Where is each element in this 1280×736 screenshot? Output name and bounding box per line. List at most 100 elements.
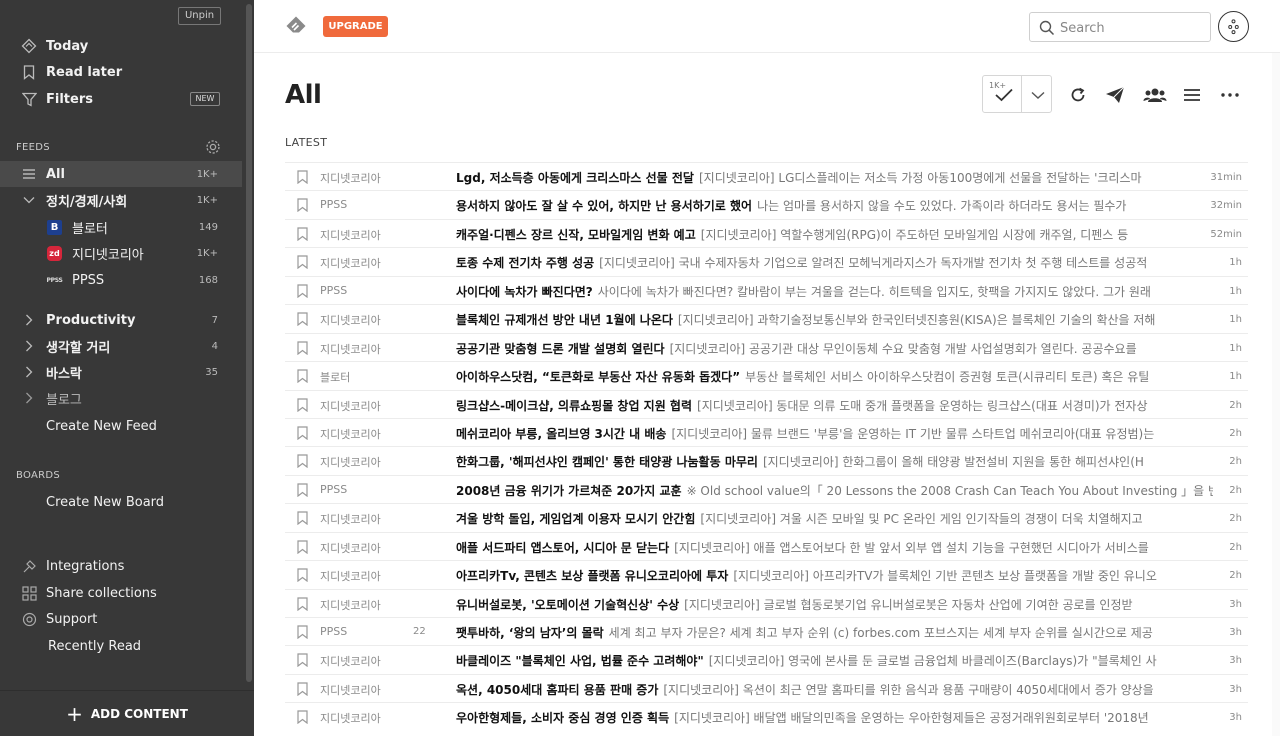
article-title[interactable]: 사이다에 녹차가 빠진다면? (456, 285, 593, 299)
article-text[interactable]: 옥션, 4050세대 홈파티 용품 판매 증가 [지디넷코리아] 옥션이 최근 연… (456, 681, 1213, 698)
article-title[interactable]: 아프리카Tv, 콘텐츠 보상 플랫폼 유니오코리아에 투자 (456, 569, 728, 583)
bookmark-icon[interactable] (297, 682, 308, 696)
article-row[interactable]: 지디넷코리아 블록체인 규제개선 방안 내년 1월에 나온다 [지디넷코리아] 과… (285, 304, 1248, 332)
article-title[interactable]: 캐주얼·디펜스 장르 신작, 모바일게임 변화 예고 (456, 228, 696, 242)
article-text[interactable]: 바클레이즈 "블록체인 사업, 법률 준수 고려해야" [지디넷코리아] 영국에 … (456, 652, 1213, 669)
chevron-right-icon[interactable] (20, 363, 38, 381)
bookmark-icon[interactable] (297, 198, 308, 213)
bookmark-icon[interactable] (297, 596, 308, 611)
search-input[interactable] (1060, 19, 1200, 37)
article-title[interactable]: 한화그룹, '해피선샤인 캠페인' 통한 태양광 나눔활동 마무리 (456, 455, 758, 469)
upgrade-button[interactable]: UPGRADE (323, 16, 388, 37)
article-source[interactable]: 지디넷코리아 (320, 454, 381, 470)
bookmark-icon[interactable] (297, 483, 308, 497)
article-source[interactable]: 지디넷코리아 (320, 710, 381, 726)
article-text[interactable]: 링크샵스-메이크샵, 의류쇼핑몰 창업 지원 협력 [지디넷코리아] 동대문 의류… (456, 397, 1213, 414)
article-row[interactable]: 지디넷코리아 우아한형제들, 소비자 중심 경영 인증 획득 [지디넷코리아] 배… (285, 702, 1248, 730)
create-new-feed-link[interactable]: Create New Feed (0, 413, 242, 439)
article-title[interactable]: 우아한형제들, 소비자 중심 경영 인증 획득 (456, 711, 669, 725)
article-row[interactable]: PPSS 용서하지 않아도 잘 살 수 있어, 하지만 난 용서하기로 했어 나는… (285, 190, 1248, 218)
sidebar-source-zdnet[interactable]: zd 지디넷코리아 1K+ (0, 240, 242, 266)
article-text[interactable]: 아프리카Tv, 콘텐츠 보상 플랫폼 유니오코리아에 투자 [지디넷코리아] 아프… (456, 567, 1213, 584)
article-source[interactable]: 지디넷코리아 (320, 426, 381, 442)
article-text[interactable]: 한화그룹, '해피선샤인 캠페인' 통한 태양광 나눔활동 마무리 [지디넷코리아… (456, 453, 1213, 470)
sidebar-item-today[interactable]: Today (0, 33, 242, 59)
article-source[interactable]: PPSS (320, 198, 347, 211)
bookmark-icon[interactable] (297, 369, 308, 384)
article-source[interactable]: 지디넷코리아 (320, 227, 381, 243)
article-row[interactable]: 지디넷코리아 Lgd, 저소득층 아동에게 크리스마스 선물 전달 [지디넷코리아… (285, 162, 1248, 190)
article-title[interactable]: 아이하우스닷컴, “토큰화로 부동산 자산 유동화 돕겠다” (456, 370, 740, 384)
checkmark-icon[interactable] (994, 88, 1014, 102)
create-new-board-link[interactable]: Create New Board (0, 489, 242, 515)
mark-as-read-control[interactable]: 1K+ (982, 75, 1052, 113)
article-text[interactable]: 우아한형제들, 소비자 중심 경영 인증 획득 [지디넷코리아] 배달앱 배달의민… (456, 709, 1213, 726)
article-text[interactable]: 캐주얼·디펜스 장르 신작, 모바일게임 변화 예고 [지디넷코리아] 역할수행게… (456, 226, 1213, 243)
article-text[interactable]: 겨울 방학 돌입, 게임업계 이용자 모시기 안간힘 [지디넷코리아] 겨울 시즌… (456, 510, 1213, 527)
article-text[interactable]: 애플 서드파티 앱스토어, 시디아 문 닫는다 [지디넷코리아] 애플 앱스토어보… (456, 539, 1213, 556)
article-source[interactable]: 지디넷코리아 (320, 653, 381, 669)
sidebar-source-ppss[interactable]: PPSS PPSS 168 (0, 267, 242, 293)
bookmark-icon[interactable] (297, 397, 308, 412)
article-row[interactable]: 지디넷코리아 공공기관 맞춤형 드론 개발 설명회 열린다 [지디넷코리아] 공공… (285, 332, 1248, 361)
article-text[interactable]: 사이다에 녹차가 빠진다면? 사이다에 녹차가 빠진다면? 칼바람이 부는 겨울을… (456, 283, 1213, 300)
share-button[interactable] (1104, 84, 1126, 106)
bookmark-icon[interactable] (297, 341, 308, 355)
article-text[interactable]: 2008년 금융 위기가 가르쳐준 20가지 교훈 ※ Old school va… (456, 482, 1213, 499)
article-source[interactable]: PPSS (320, 483, 347, 496)
article-row[interactable]: 지디넷코리아 캐주얼·디펜스 장르 신작, 모바일게임 변화 예고 [지디넷코리아… (285, 218, 1248, 247)
article-row[interactable]: 지디넷코리아 유니버설로봇, '오토메이션 기술혁신상' 수상 [지디넷코리아] … (285, 588, 1248, 617)
bookmark-icon[interactable] (297, 227, 308, 241)
article-title[interactable]: 유니버설로봇, '오토메이션 기술혁신상' 수상 (456, 598, 679, 612)
add-content-button[interactable]: + ADD CONTENT (0, 690, 254, 736)
sidebar-scrollbar[interactable] (246, 4, 252, 682)
article-row[interactable]: 지디넷코리아 메쉬코리아 부릉, 올리브영 3시간 내 배송 [지디넷코리아] 물… (285, 417, 1248, 446)
article-source[interactable]: 블로터 (320, 369, 350, 385)
team-button[interactable] (1142, 84, 1168, 106)
article-row[interactable]: PPSS 사이다에 녹차가 빠진다면? 사이다에 녹차가 빠진다면? 칼바람이 부… (285, 275, 1248, 304)
sidebar-group-productivity[interactable]: Productivity 7 (0, 307, 242, 333)
article-title[interactable]: 메쉬코리아 부릉, 올리브영 3시간 내 배송 (456, 427, 666, 441)
article-row[interactable]: PPSS 2008년 금융 위기가 가르쳐준 20가지 교훈 ※ Old scho… (285, 474, 1248, 503)
article-text[interactable]: 아이하우스닷컴, “토큰화로 부동산 자산 유동화 돕겠다” 부동산 블록체인 서… (456, 368, 1213, 385)
article-row[interactable]: 블로터 아이하우스닷컴, “토큰화로 부동산 자산 유동화 돕겠다” 부동산 블록… (285, 361, 1248, 389)
article-row[interactable]: PPSS 22 팻투바하, ‘왕의 남자’의 몰락 세계 최고 부자 가문은? 세… (285, 617, 1248, 645)
article-title[interactable]: 토종 수제 전기차 주행 성공 (456, 256, 594, 270)
article-source[interactable]: 지디넷코리아 (320, 255, 381, 271)
article-text[interactable]: 유니버설로봇, '오토메이션 기술혁신상' 수상 [지디넷코리아] 글로벌 협동로… (456, 596, 1213, 613)
article-title[interactable]: 옥션, 4050세대 홈파티 용품 판매 증가 (456, 683, 658, 697)
article-title[interactable]: 겨울 방학 돌입, 게임업계 이용자 모시기 안간힘 (456, 512, 695, 526)
bookmark-icon[interactable] (297, 625, 308, 639)
article-source[interactable]: 지디넷코리아 (320, 597, 381, 613)
article-title[interactable]: 용서하지 않아도 잘 살 수 있어, 하지만 난 용서하기로 했어 (456, 199, 752, 213)
article-source[interactable]: 지디넷코리아 (320, 341, 381, 357)
sidebar-item-filters[interactable]: Filters NEW (0, 86, 242, 112)
sidebar-integrations[interactable]: Integrations (0, 553, 242, 579)
article-source[interactable]: 지디넷코리아 (320, 540, 381, 556)
article-source[interactable]: PPSS (320, 284, 347, 297)
article-text[interactable]: 토종 수제 전기차 주행 성공 [지디넷코리아] 국내 수제자동차 기업으로 알려… (456, 254, 1213, 271)
avatar[interactable] (1218, 11, 1249, 42)
bookmark-icon[interactable] (297, 568, 308, 583)
article-row[interactable]: 지디넷코리아 토종 수제 전기차 주행 성공 [지디넷코리아] 국내 수제자동차 … (285, 247, 1248, 275)
feedly-logo-icon[interactable] (285, 15, 307, 37)
sidebar-source-bloter[interactable]: B 블로터 149 (0, 214, 242, 240)
bookmark-icon[interactable] (297, 284, 308, 298)
sidebar-group-blog[interactable]: 블로그 (0, 385, 242, 411)
refresh-button[interactable] (1067, 84, 1089, 106)
more-options-button[interactable] (1219, 84, 1241, 106)
article-source[interactable]: PPSS (320, 625, 347, 638)
article-row[interactable]: 지디넷코리아 애플 서드파티 앱스토어, 시디아 문 닫는다 [지디넷코리아] 애… (285, 531, 1248, 560)
article-title[interactable]: 바클레이즈 "블록체인 사업, 법률 준수 고려해야" (456, 654, 704, 668)
sidebar-item-all[interactable]: All 1K+ (0, 161, 242, 187)
chevron-down-icon[interactable] (20, 191, 38, 209)
chevron-right-icon[interactable] (20, 337, 38, 355)
article-row[interactable]: 지디넷코리아 아프리카Tv, 콘텐츠 보상 플랫폼 유니오코리아에 투자 [지디넷… (285, 560, 1248, 588)
article-title[interactable]: 블록체인 규제개선 방안 내년 1월에 나온다 (456, 313, 673, 327)
bookmark-icon[interactable] (297, 312, 308, 327)
article-row[interactable]: 지디넷코리아 링크샵스-메이크샵, 의류쇼핑몰 창업 지원 협력 [지디넷코리아]… (285, 389, 1248, 418)
main-scrollbar[interactable] (1272, 53, 1280, 736)
unpin-button[interactable]: Unpin (178, 7, 221, 25)
sidebar-group-thinking[interactable]: 생각할 거리 4 (0, 333, 242, 359)
article-title[interactable]: Lgd, 저소득층 아동에게 크리스마스 선물 전달 (456, 171, 694, 185)
